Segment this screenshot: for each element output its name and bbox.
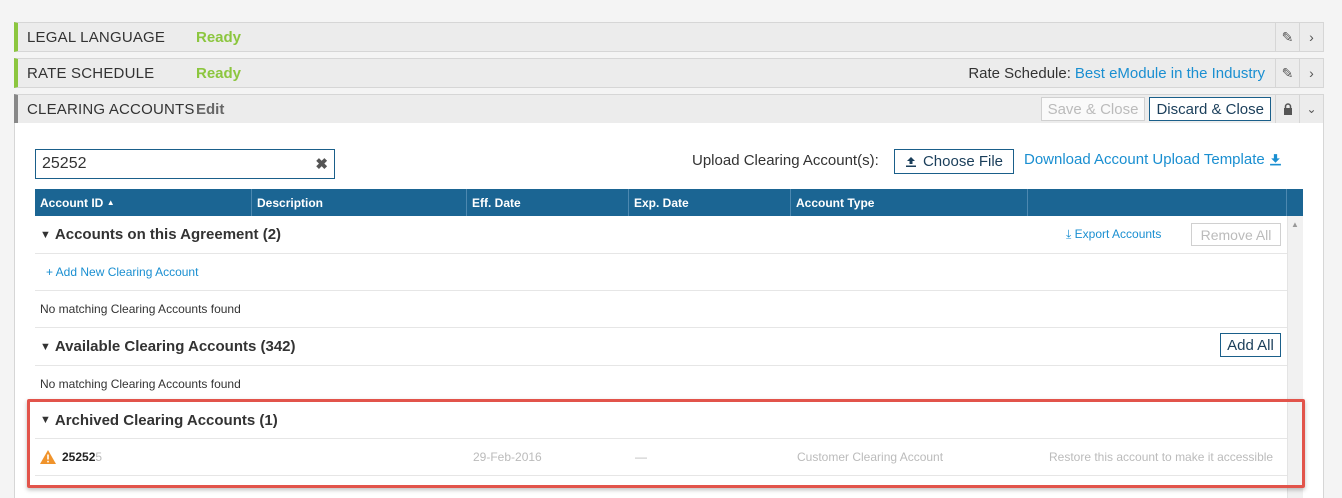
table-row[interactable]: 252525 29-Feb-2016 — Customer Clearing A…	[35, 439, 1287, 476]
rate-schedule-label: Rate Schedule:	[968, 64, 1071, 82]
discard-close-button[interactable]: Discard & Close	[1149, 97, 1271, 121]
search-input[interactable]: 25252 ✖	[35, 149, 335, 179]
column-eff-date[interactable]: Eff. Date	[467, 189, 629, 216]
download-template-link[interactable]: Download Account Upload Template	[1024, 151, 1282, 168]
scroll-up-icon[interactable]: ▲	[1291, 220, 1299, 229]
section-title: CLEARING ACCOUNTS	[27, 100, 195, 118]
group-available-accounts[interactable]: ▼ Available Clearing Accounts (342)	[35, 328, 1287, 366]
clear-search-icon[interactable]: ✖	[315, 155, 328, 173]
upload-icon	[905, 156, 916, 167]
caret-down-icon[interactable]: ▼	[40, 229, 51, 241]
column-exp-date[interactable]: Exp. Date	[629, 189, 791, 216]
search-value: 25252	[42, 155, 87, 172]
account-id-suffix: 5	[95, 450, 103, 464]
export-icon: ⤓	[1066, 227, 1072, 241]
chevron-down-icon[interactable]: ⌄	[1299, 95, 1323, 123]
column-account-type[interactable]: Account Type	[791, 189, 1028, 216]
eff-date: 29-Feb-2016	[473, 450, 542, 464]
restore-note: Restore this account to make it accessib…	[1049, 450, 1274, 464]
list-item: + Add New Clearing Account	[35, 254, 1287, 291]
section-legal-language[interactable]: LEGAL LANGUAGE Ready ✎ ›	[14, 22, 1324, 52]
download-template-label: Download Account Upload Template	[1024, 151, 1265, 168]
choose-file-label: Choose File	[922, 153, 1004, 170]
account-type: Customer Clearing Account	[797, 450, 944, 464]
rate-schedule-link[interactable]: Best eModule in the Industry	[1075, 65, 1265, 82]
section-rate-schedule[interactable]: RATE SCHEDULE Ready Rate Schedule: Best …	[14, 58, 1324, 88]
exp-date: —	[635, 450, 647, 464]
grid-header: Account ID ▲ Description Eff. Date Exp. …	[35, 189, 1303, 216]
group-title: Archived Clearing Accounts (1)	[54, 411, 278, 429]
list-item: No matching Clearing Accounts found	[35, 291, 1287, 328]
save-close-button[interactable]: Save & Close	[1040, 97, 1146, 121]
chevron-right-icon[interactable]: ›	[1299, 23, 1323, 51]
upload-label: Upload Clearing Account(s):	[692, 152, 879, 169]
remove-all-button[interactable]: Remove All	[1191, 223, 1281, 246]
group-title: Accounts on this Agreement (2)	[54, 226, 282, 243]
list-item: No matching Clearing Accounts found	[35, 366, 1287, 403]
pencil-icon[interactable]: ✎	[1275, 59, 1299, 87]
lock-icon	[1275, 95, 1299, 123]
column-description[interactable]: Description	[252, 189, 467, 216]
group-title: Available Clearing Accounts (342)	[54, 338, 296, 355]
add-new-clearing-account-link[interactable]: + Add New Clearing Account	[46, 265, 198, 279]
choose-file-button[interactable]: Choose File	[894, 149, 1014, 174]
status-badge: Ready	[196, 64, 242, 82]
add-all-button[interactable]: Add All	[1220, 333, 1281, 357]
section-clearing-accounts: CLEARING ACCOUNTS Edit Save & Close Disc…	[14, 94, 1324, 124]
export-accounts-link[interactable]: ⤓ Export Accounts	[1066, 227, 1161, 242]
pencil-icon[interactable]: ✎	[1275, 23, 1299, 51]
empty-message: No matching Clearing Accounts found	[40, 377, 241, 391]
column-account-id[interactable]: Account ID ▲	[35, 189, 252, 216]
caret-down-icon[interactable]: ▼	[40, 414, 51, 426]
empty-message: No matching Clearing Accounts found	[40, 302, 241, 316]
column-actions	[1028, 189, 1287, 216]
sort-asc-icon: ▲	[106, 198, 115, 207]
warning-icon	[40, 450, 56, 464]
group-archived-accounts[interactable]: ▼ Archived Clearing Accounts (1)	[35, 402, 1287, 439]
status-badge: Ready	[196, 28, 242, 46]
status-badge: Edit	[196, 100, 225, 118]
section-title: LEGAL LANGUAGE	[27, 28, 166, 46]
caret-down-icon[interactable]: ▼	[40, 341, 51, 353]
download-icon	[1269, 154, 1281, 166]
account-id: 25252	[62, 450, 96, 464]
section-title: RATE SCHEDULE	[27, 64, 155, 82]
chevron-right-icon[interactable]: ›	[1299, 59, 1323, 87]
scrollbar[interactable]	[1287, 216, 1303, 498]
